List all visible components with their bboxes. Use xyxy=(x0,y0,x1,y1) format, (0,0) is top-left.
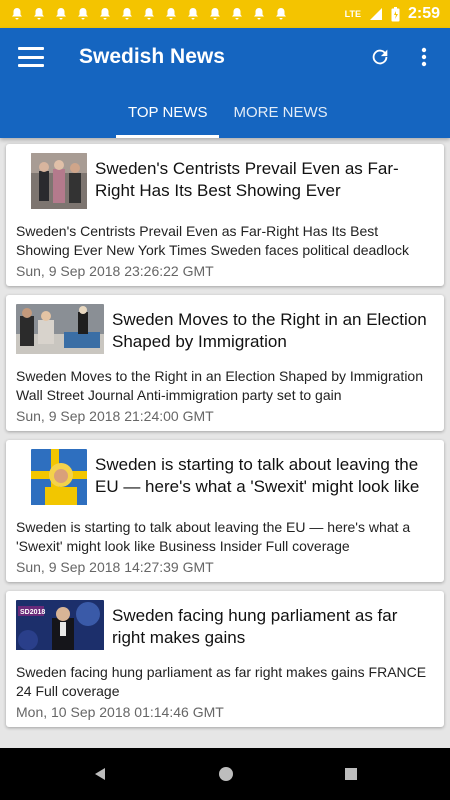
article-snippet: Sweden facing hung parliament as far rig… xyxy=(16,664,427,699)
battery-icon xyxy=(391,6,400,21)
hamburger-menu-icon[interactable] xyxy=(18,47,44,67)
bell-icon xyxy=(12,8,22,20)
bell-icon xyxy=(34,8,44,20)
bell-icon xyxy=(210,8,220,20)
toolbar-actions xyxy=(368,45,436,69)
system-icons: LTE 2:59 xyxy=(345,5,440,23)
bell-icon xyxy=(276,8,286,20)
network-type: LTE xyxy=(344,9,361,19)
news-card[interactable]: Sweden is starting to talk about leaving… xyxy=(6,440,444,582)
article-date: Sun, 9 Sep 2018 23:26:22 GMT xyxy=(16,263,214,279)
article-date: Sun, 9 Sep 2018 14:27:39 GMT xyxy=(16,559,214,575)
refresh-icon[interactable] xyxy=(368,45,392,69)
bell-icon xyxy=(122,8,132,20)
article-thumbnail xyxy=(31,153,87,214)
article-thumbnail: SD2018 xyxy=(16,600,104,655)
tab-top-news[interactable]: TOP NEWS xyxy=(116,86,220,138)
bell-icon xyxy=(78,8,88,20)
navigation-bar xyxy=(0,748,450,800)
article-headline[interactable]: Sweden facing hung parliament as far rig… xyxy=(112,600,434,649)
news-feed[interactable]: Sweden's Centrists Prevail Even as Far-R… xyxy=(0,138,450,748)
article-snippet: Sweden Moves to the Right in an Election… xyxy=(16,368,424,403)
article-headline[interactable]: Sweden is starting to talk about leaving… xyxy=(95,449,434,498)
article-date: Sun, 9 Sep 2018 21:24:00 GMT xyxy=(16,408,214,424)
notification-icons xyxy=(10,7,288,21)
home-circle-icon[interactable] xyxy=(218,766,234,782)
app-bar: Swedish News TOP NEWS MORE NEWS xyxy=(0,28,450,138)
bell-icon xyxy=(100,8,110,20)
clock: 2:59 xyxy=(407,5,440,22)
article-date: Mon, 10 Sep 2018 01:14:46 GMT xyxy=(16,704,224,720)
bell-icon xyxy=(232,8,242,20)
svg-text:SD2018: SD2018 xyxy=(20,609,45,616)
article-headline[interactable]: Sweden's Centrists Prevail Even as Far-R… xyxy=(95,153,434,202)
toolbar: Swedish News xyxy=(0,28,450,86)
news-card[interactable]: SD2018 Sweden facing hung parliament as … xyxy=(6,591,444,727)
more-vert-icon[interactable] xyxy=(412,45,436,69)
tab-more-news[interactable]: MORE NEWS xyxy=(221,86,339,138)
article-snippet: Sweden's Centrists Prevail Even as Far-R… xyxy=(16,223,409,258)
article-headline[interactable]: Sweden Moves to the Right in an Election… xyxy=(112,304,434,353)
article-thumbnail xyxy=(31,449,87,510)
article-snippet: Sweden is starting to talk about leaving… xyxy=(16,519,411,554)
app-title: Swedish News xyxy=(79,45,225,68)
back-triangle-icon[interactable] xyxy=(92,766,108,782)
recents-square-icon[interactable] xyxy=(344,767,358,781)
article-thumbnail xyxy=(16,304,104,359)
news-card[interactable]: Sweden Moves to the Right in an Election… xyxy=(6,295,444,431)
signal-icon xyxy=(369,8,382,20)
status-bar: LTE 2:59 xyxy=(0,0,450,28)
tab-bar: TOP NEWS MORE NEWS xyxy=(0,86,450,138)
news-card[interactable]: Sweden's Centrists Prevail Even as Far-R… xyxy=(6,144,444,286)
bell-icon xyxy=(166,8,176,20)
bell-icon xyxy=(254,8,264,20)
bell-icon xyxy=(144,8,154,20)
bell-icon xyxy=(188,8,198,20)
bell-icon xyxy=(56,8,66,20)
